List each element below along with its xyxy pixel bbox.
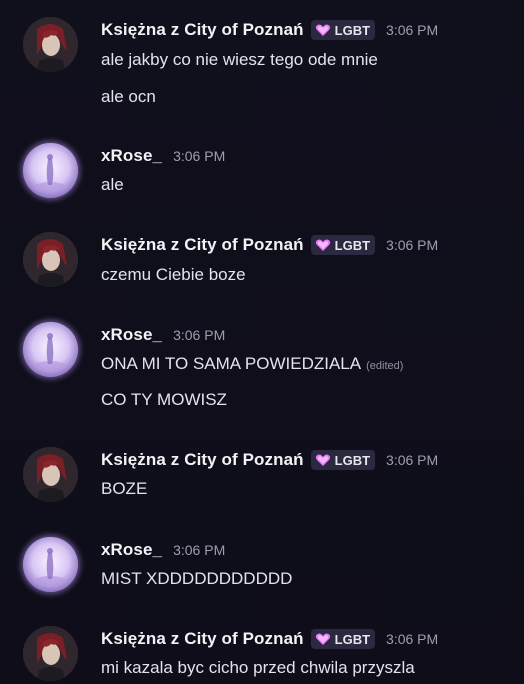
username[interactable]: xRose_	[101, 540, 162, 560]
message-header: xRose_ 3:06 PM	[101, 145, 225, 167]
avatar[interactable]	[23, 232, 78, 287]
avatar[interactable]	[23, 17, 78, 72]
message-text: czemu Ciebie boze	[101, 265, 246, 284]
message-header: Księżna z City of Poznań LGBT 3:06 PM	[101, 628, 438, 650]
message-header: xRose_ 3:06 PM	[101, 324, 225, 346]
avatar[interactable]	[23, 322, 78, 377]
timestamp[interactable]: 3:06 PM	[386, 452, 438, 468]
message-text: mi kazala byc cicho przed chwila przyszl…	[101, 658, 415, 677]
timestamp[interactable]: 3:06 PM	[173, 148, 225, 164]
guild-tag-label: LGBT	[334, 237, 371, 253]
message-text: ale jakby co nie wiesz tego ode mnie	[101, 50, 378, 69]
message-header: Księżna z City of Poznań LGBT 3:06 PM	[101, 234, 438, 256]
message-header: xRose_ 3:06 PM	[101, 539, 225, 561]
username[interactable]: Księżna z City of Poznań	[101, 20, 304, 40]
message-text: ONA MI TO SAMA POWIEDZIALA (edited)	[101, 353, 403, 375]
heart-icon	[315, 24, 330, 36]
timestamp[interactable]: 3:06 PM	[386, 237, 438, 253]
guild-tag[interactable]: LGBT	[310, 629, 376, 649]
message-header: Księżna z City of Poznań LGBT 3:06 PM	[101, 449, 438, 471]
heart-icon	[315, 633, 330, 645]
avatar[interactable]	[23, 626, 78, 681]
message-text: ale ocn	[101, 87, 156, 106]
username[interactable]: Księżna z City of Poznań	[101, 629, 304, 649]
timestamp[interactable]: 3:06 PM	[386, 22, 438, 38]
avatar[interactable]	[23, 447, 78, 502]
guild-tag[interactable]: LGBT	[310, 235, 376, 255]
guild-tag[interactable]: LGBT	[310, 450, 376, 470]
message-text: ale	[101, 175, 124, 194]
guild-tag-label: LGBT	[334, 22, 371, 38]
avatar[interactable]	[23, 143, 78, 198]
edited-label: (edited)	[366, 360, 404, 372]
heart-icon	[315, 454, 330, 466]
username[interactable]: xRose_	[101, 325, 162, 345]
avatar[interactable]	[23, 537, 78, 592]
timestamp[interactable]: 3:06 PM	[386, 631, 438, 647]
guild-tag-label: LGBT	[334, 452, 371, 468]
message-text: MIST XDDDDDDDDDDD	[101, 569, 293, 588]
message-text-content: ONA MI TO SAMA POWIEDZIALA	[101, 354, 362, 373]
heart-icon	[315, 239, 330, 251]
guild-tag[interactable]: LGBT	[310, 20, 376, 40]
timestamp[interactable]: 3:06 PM	[173, 542, 225, 558]
username[interactable]: xRose_	[101, 146, 162, 166]
guild-tag-label: LGBT	[334, 631, 371, 647]
message-header: Księżna z City of Poznań LGBT 3:06 PM	[101, 19, 438, 41]
message-text: BOZE	[101, 479, 148, 498]
chat-messages: Księżna z City of Poznań LGBT 3:06 PM al…	[0, 0, 524, 684]
username[interactable]: Księżna z City of Poznań	[101, 450, 304, 470]
timestamp[interactable]: 3:06 PM	[173, 327, 225, 343]
message-text: CO TY MOWISZ	[101, 390, 227, 409]
username[interactable]: Księżna z City of Poznań	[101, 235, 304, 255]
